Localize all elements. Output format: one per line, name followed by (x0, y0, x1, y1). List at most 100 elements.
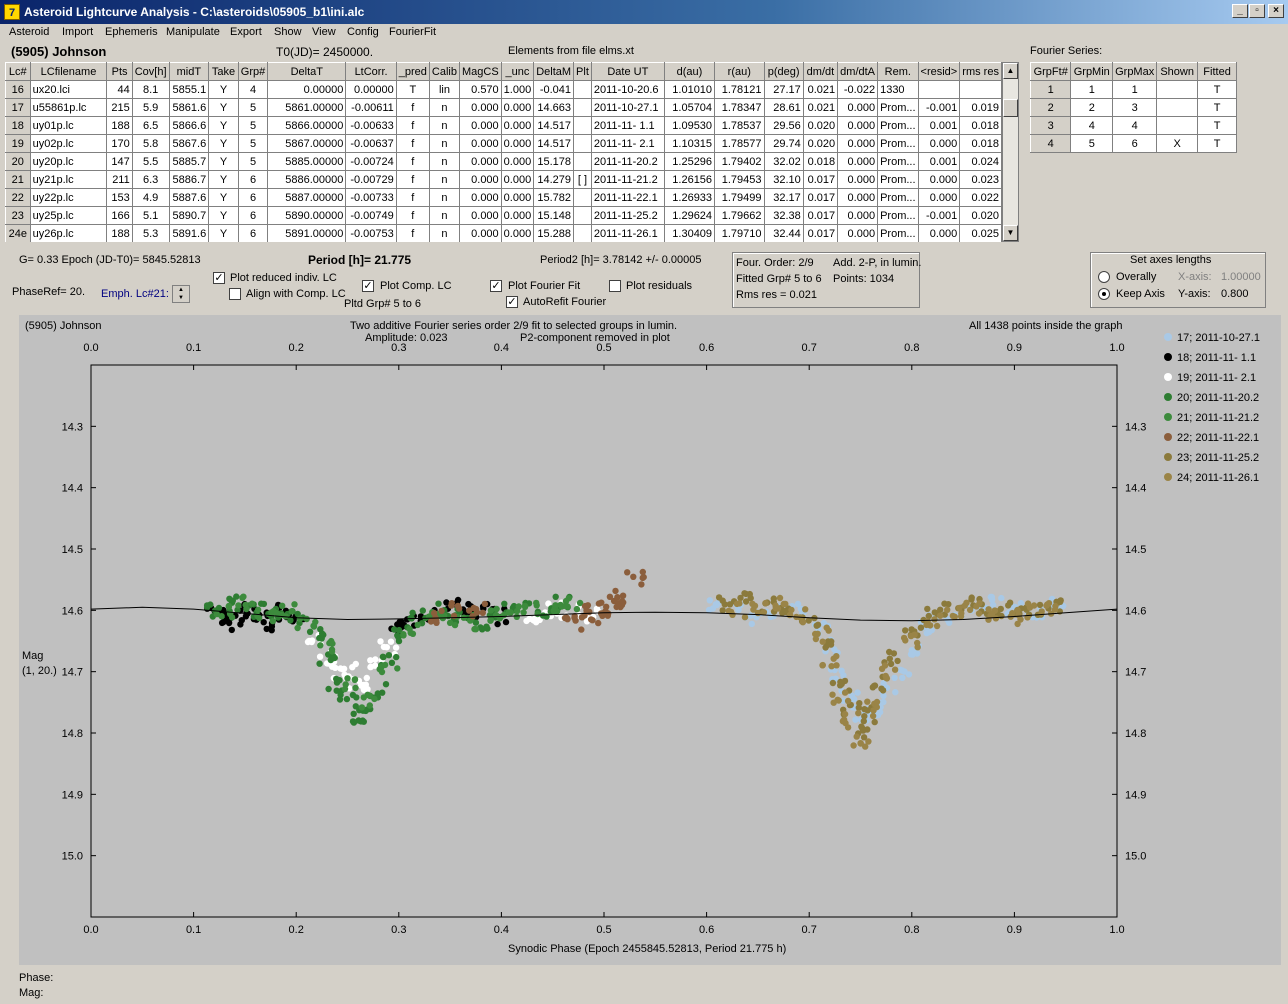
table-row[interactable]: 23 uy25p.lc 166 5.1 5890.7 Y 6 5890.00000 -0.007… (5, 206, 1002, 225)
table-cell[interactable]: 2011-10-27.1 (590, 98, 665, 117)
fourier-cell[interactable] (1156, 116, 1199, 135)
table-cell[interactable]: f (395, 134, 430, 153)
table-cell[interactable]: 0.001 (917, 152, 961, 171)
table-cell[interactable]: 5.3 (131, 224, 170, 242)
table-cell[interactable]: u55861p.lc (29, 98, 108, 117)
column-header[interactable]: DeltaT (267, 62, 347, 81)
table-cell[interactable]: 0.00000 (267, 80, 347, 99)
fourier-row[interactable]: 111T (1029, 80, 1237, 99)
fourier-cell[interactable]: X (1156, 134, 1199, 153)
table-cell[interactable]: 2011-10-20.6 (590, 80, 665, 99)
table-cell[interactable]: 0.019 (959, 98, 1002, 117)
table-cell[interactable]: 5886.00000 (267, 170, 347, 189)
table-cell[interactable]: 14.663 (533, 98, 575, 117)
plot-comp-checkbox[interactable]: ✓ (362, 280, 374, 292)
table-cell[interactable] (573, 152, 592, 171)
lightcurve-plot-panel[interactable]: 0.0 0.0 0.1 0.1 0.2 0.2 0.3 0.3 0.4 0.4 0.5 0.5 0.6 0… (19, 315, 1281, 965)
fourier-cell[interactable]: 4 (1070, 116, 1114, 135)
table-cell[interactable]: 0.020 (959, 206, 1002, 225)
table-cell[interactable]: 0.020 (802, 116, 839, 135)
fourier-row-header[interactable]: 4 (1029, 134, 1072, 153)
table-cell[interactable]: 5 (237, 98, 269, 117)
table-cell[interactable]: 170 (106, 134, 133, 153)
row-header[interactable]: 23 (5, 206, 31, 225)
column-header[interactable]: <resid> (917, 62, 961, 81)
table-cell[interactable]: uy22p.lc (29, 188, 108, 207)
column-header[interactable]: Plt (573, 62, 592, 81)
column-header[interactable]: MagCS (458, 62, 502, 81)
restore-button[interactable]: ▫ (1249, 4, 1265, 18)
fourier-cell[interactable]: T (1197, 98, 1237, 117)
table-cell[interactable]: f (395, 188, 430, 207)
row-header[interactable]: 17 (5, 98, 31, 117)
table-cell[interactable]: 0.000 (500, 206, 535, 225)
table-cell[interactable]: Prom... (877, 170, 919, 189)
table-cell[interactable] (573, 188, 592, 207)
column-header[interactable]: _pred (395, 62, 430, 81)
table-cell[interactable]: ux20.lci (29, 80, 108, 99)
table-cell[interactable]: 0.000 (837, 98, 879, 117)
table-cell[interactable]: 215 (106, 98, 133, 117)
column-header[interactable]: Date UT (590, 62, 665, 81)
table-cell[interactable]: Y (208, 224, 239, 242)
table-cell[interactable]: 0.000 (917, 170, 961, 189)
fourier-cell[interactable]: 1 (1070, 80, 1114, 99)
scroll-up-icon[interactable]: ▲ (1003, 63, 1018, 79)
table-cell[interactable]: 153 (106, 188, 133, 207)
fourier-row[interactable]: 223T (1029, 98, 1237, 117)
table-cell[interactable]: uy20p.lc (29, 152, 108, 171)
table-cell[interactable]: uy02p.lc (29, 134, 108, 153)
keep-axis-radio[interactable] (1098, 288, 1110, 300)
table-cell[interactable]: 1.79453 (714, 170, 765, 189)
table-cell[interactable]: 0.017 (802, 188, 839, 207)
table-cell[interactable]: n (428, 188, 460, 207)
table-cell[interactable]: n (428, 116, 460, 135)
table-cell[interactable]: 5866.00000 (267, 116, 347, 135)
table-cell[interactable] (917, 80, 961, 99)
table-cell[interactable]: 1.79499 (714, 188, 765, 207)
table-cell[interactable]: 0.000 (458, 188, 502, 207)
table-cell[interactable]: 211 (106, 170, 133, 189)
table-cell[interactable]: f (395, 224, 430, 242)
table-cell[interactable]: 0.000 (500, 188, 535, 207)
fourier-cell[interactable]: T (1197, 116, 1237, 135)
column-header[interactable]: Lc# (5, 62, 31, 81)
fourier-cell[interactable] (1156, 80, 1199, 99)
table-cell[interactable]: -0.00637 (345, 134, 397, 153)
table-cell[interactable]: 5886.7 (168, 170, 210, 189)
fourier-cell[interactable]: 4 (1112, 116, 1158, 135)
table-cell[interactable]: 4.9 (131, 188, 170, 207)
row-header[interactable]: 19 (5, 134, 31, 153)
table-cell[interactable]: Y (208, 80, 239, 99)
table-cell[interactable]: 0.000 (917, 224, 961, 242)
table-cell[interactable]: Y (208, 116, 239, 135)
table-cell[interactable]: 188 (106, 224, 133, 242)
table-cell[interactable]: Prom... (877, 152, 919, 171)
table-cell[interactable]: 0.023 (959, 170, 1002, 189)
table-cell[interactable]: 5.9 (131, 98, 170, 117)
column-header[interactable]: Rem. (877, 62, 919, 81)
table-cell[interactable]: -0.041 (533, 80, 575, 99)
table-cell[interactable]: 32.44 (763, 224, 804, 242)
table-cell[interactable]: 29.56 (763, 116, 804, 135)
table-cell[interactable]: Prom... (877, 116, 919, 135)
table-cell[interactable]: 1.000 (500, 80, 535, 99)
lightcurve-table-scrollbar[interactable]: ▲ ▼ (1002, 62, 1019, 242)
table-cell[interactable]: 2011-11-26.1 (590, 224, 665, 242)
fourier-cell[interactable]: 3 (1112, 98, 1158, 117)
table-cell[interactable]: -0.00729 (345, 170, 397, 189)
table-row[interactable]: 24e uy26p.lc 188 5.3 5891.6 Y 6 5891.00000 -0.00… (5, 224, 1002, 242)
table-cell[interactable]: -0.001 (917, 98, 961, 117)
table-cell[interactable]: -0.00633 (345, 116, 397, 135)
table-cell[interactable]: n (428, 206, 460, 225)
table-cell[interactable]: 0.001 (917, 116, 961, 135)
table-cell[interactable]: 1.26156 (663, 170, 716, 189)
table-cell[interactable]: 0.018 (802, 152, 839, 171)
table-cell[interactable]: 0.017 (802, 170, 839, 189)
table-cell[interactable]: 2011-11-22.1 (590, 188, 665, 207)
table-cell[interactable]: 1.79662 (714, 206, 765, 225)
row-header[interactable]: 22 (5, 188, 31, 207)
table-cell[interactable]: f (395, 206, 430, 225)
table-cell[interactable]: 5866.6 (168, 116, 210, 135)
table-cell[interactable]: 1.09530 (663, 116, 716, 135)
